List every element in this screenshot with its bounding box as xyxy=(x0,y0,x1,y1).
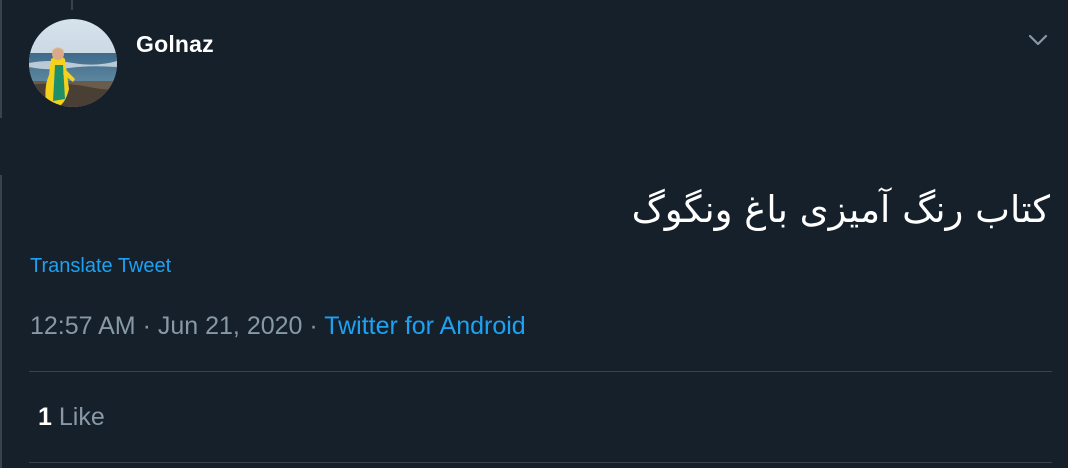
tweet-metadata: 12:57 AM · Jun 21, 2020 · Twitter for An… xyxy=(30,312,526,341)
thread-line-top xyxy=(0,0,2,118)
tweet-source-link[interactable]: Twitter for Android xyxy=(324,312,525,340)
avatar[interactable] xyxy=(29,19,117,107)
tweet-menu-button[interactable] xyxy=(1024,28,1052,52)
tweet-date[interactable]: Jun 21, 2020 xyxy=(158,312,303,340)
author-display-name[interactable]: Golnaz xyxy=(136,31,214,58)
likes-count: 1 xyxy=(38,403,52,431)
tweet-time[interactable]: 12:57 AM xyxy=(30,312,136,340)
translate-tweet-link[interactable]: Translate Tweet xyxy=(30,255,171,278)
divider xyxy=(29,462,1052,463)
thread-connector xyxy=(71,0,73,10)
meta-separator: · xyxy=(142,312,151,340)
thread-line-bottom xyxy=(0,175,2,468)
likes-link[interactable]: 1 Like xyxy=(38,403,105,432)
avatar-photo xyxy=(29,19,117,107)
tweet-text: کتاب رنگ آمیزی باغ ونگوگ xyxy=(631,188,1050,231)
meta-separator: · xyxy=(309,312,318,340)
chevron-down-icon xyxy=(1028,34,1048,46)
divider xyxy=(29,371,1052,372)
likes-label: Like xyxy=(58,403,105,431)
